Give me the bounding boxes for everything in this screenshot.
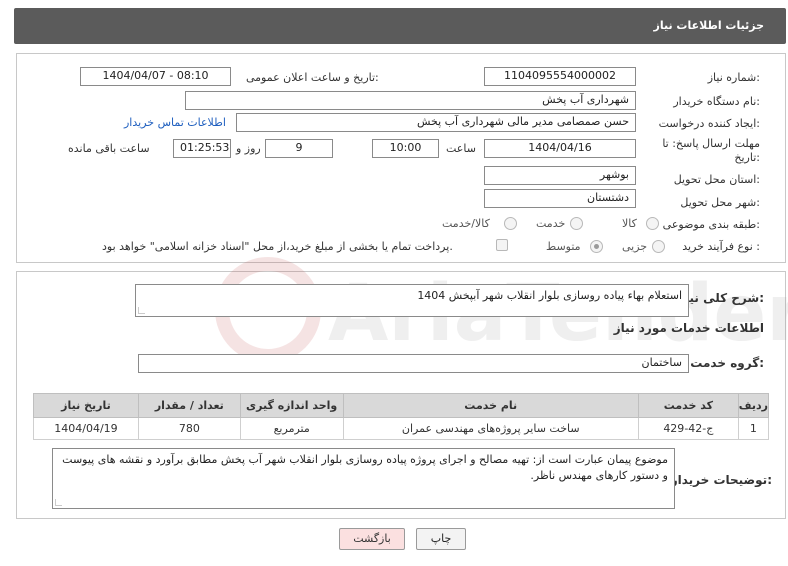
buyer-contact-link[interactable]: اطلاعات تماس خریدار — [124, 116, 226, 129]
buyer-notes-textarea[interactable]: موضوع پیمان عبارت است از: تهیه مصالح و ا… — [52, 448, 675, 509]
category-kala-khedmat-label: کالا/خدمت — [442, 217, 490, 230]
category-khedmat-label: خدمت — [536, 217, 566, 230]
col-date: تاریخ نیاز — [33, 393, 139, 418]
process-jozii-radio[interactable] — [652, 240, 665, 253]
category-kala-radio[interactable] — [646, 217, 659, 230]
days-label: روز و — [236, 142, 261, 155]
category-kala-khedmat-radio[interactable] — [504, 217, 517, 230]
summary-text: استعلام بهاء پیاده روسازی بلوار انقلاب ش… — [417, 289, 682, 302]
back-button[interactable]: بازگشت — [339, 528, 405, 550]
col-row: ردیف — [737, 393, 770, 418]
remaining-time-field[interactable]: 01:25:53 — [173, 139, 231, 158]
page-title: جزئیات اطلاعات نیاز — [653, 19, 765, 32]
resize-handle-icon[interactable] — [55, 499, 62, 506]
deadline-label: مهلت ارسال پاسخ: تا — [662, 137, 760, 150]
buyer-org-field[interactable]: شهرداری آب پخش — [185, 91, 636, 110]
summary-textarea[interactable]: استعلام بهاء پیاده روسازی بلوار انقلاب ش… — [135, 284, 689, 317]
creator-field[interactable]: حسن صمصامی مدیر مالی شهرداری آب پخش — [236, 113, 636, 132]
services-table: ردیف کد خدمت نام خدمت واحد اندازه گیری ت… — [33, 393, 770, 440]
summary-label: شرح کلی نیاز: — [678, 291, 764, 305]
buyer-notes-text: موضوع پیمان عبارت است از: تهیه مصالح و ا… — [62, 453, 668, 482]
announce-label: تاریخ و ساعت اعلان عمومی: — [246, 71, 379, 84]
process-motevaset-label: متوسط — [546, 240, 581, 253]
need-number-field[interactable]: 1104095554000002 — [484, 67, 636, 86]
col-qty: تعداد / مقدار — [137, 393, 241, 418]
buyer-org-label: نام دستگاه خریدار: — [673, 95, 760, 108]
city-label: شهر محل تحویل: — [680, 196, 760, 209]
cell-code: ج-42-429 — [637, 417, 739, 440]
services-section-title: اطلاعات خدمات مورد نیاز — [613, 321, 764, 335]
col-unit: واحد اندازه گیری — [239, 393, 344, 418]
col-code: کد خدمت — [637, 393, 739, 418]
deadline-time-field[interactable]: 10:00 — [372, 139, 439, 158]
cell-unit: مترمربع — [239, 417, 344, 440]
resize-handle-icon[interactable] — [138, 307, 145, 314]
cell-row: 1 — [737, 417, 770, 440]
province-field[interactable]: بوشهر — [484, 166, 636, 185]
table-row: 1 ج-42-429 ساخت سایر پروژه‌های مهندسی عم… — [33, 417, 770, 440]
payment-note: پرداخت تمام یا بخشی از مبلغ خرید،از محل … — [102, 240, 453, 253]
province-label: استان محل تحویل: — [673, 173, 760, 186]
service-group-field[interactable]: ساختمان — [138, 354, 689, 373]
deadline-time-label: ساعت — [446, 142, 476, 155]
remaining-label: ساعت باقی مانده — [68, 142, 150, 155]
cell-date: 1404/04/19 — [33, 417, 139, 440]
col-name: نام خدمت — [342, 393, 639, 418]
cell-qty: 780 — [137, 417, 241, 440]
process-label: نوع فرآیند خرید : — [682, 240, 760, 253]
process-motevaset-radio[interactable] — [590, 240, 603, 253]
creator-label: ایجاد کننده درخواست: — [658, 117, 760, 130]
category-label: طبقه بندی موضوعی: — [662, 218, 760, 231]
category-khedmat-radio[interactable] — [570, 217, 583, 230]
page-header: جزئیات اطلاعات نیاز — [14, 8, 786, 44]
payment-checkbox[interactable] — [496, 239, 508, 251]
category-kala-label: کالا — [622, 217, 637, 230]
deadline-label-date: تاریخ: — [734, 151, 760, 164]
process-jozii-label: جزیی — [622, 240, 648, 253]
buyer-notes-label: توضیحات خریدار: — [670, 473, 772, 487]
need-number-label: شماره نیاز: — [707, 71, 760, 84]
print-button[interactable]: چاپ — [416, 528, 466, 550]
deadline-date-field[interactable]: 1404/04/16 — [484, 139, 636, 158]
city-field[interactable]: دشتستان — [484, 189, 636, 208]
cell-name: ساخت سایر پروژه‌های مهندسی عمران — [342, 417, 639, 440]
days-field[interactable]: 9 — [265, 139, 333, 158]
service-group-label: گروه خدمت: — [690, 356, 764, 370]
table-header-row: ردیف کد خدمت نام خدمت واحد اندازه گیری ت… — [33, 393, 770, 418]
announce-field[interactable]: 1404/04/07 - 08:10 — [80, 67, 231, 86]
